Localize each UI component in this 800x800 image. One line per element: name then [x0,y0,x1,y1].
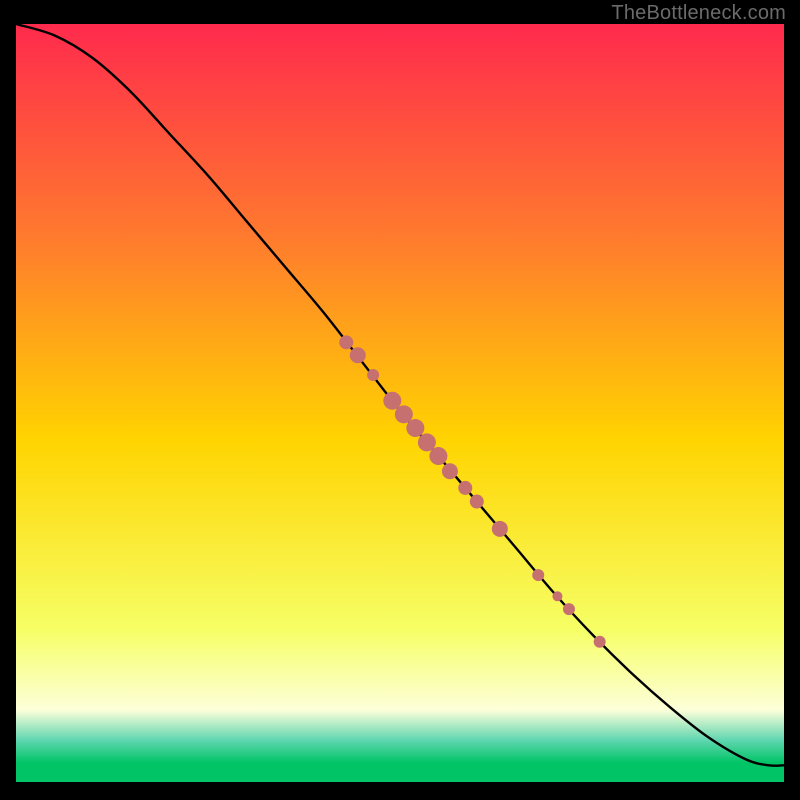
data-marker [429,447,447,465]
data-marker [442,463,458,479]
data-marker [395,405,413,423]
data-marker [367,369,379,381]
data-marker [458,481,472,495]
attribution-label: TheBottleneck.com [611,2,786,25]
data-marker [406,419,424,437]
chart-svg [16,24,784,782]
data-marker [418,433,436,451]
data-marker [339,335,353,349]
chart-stage: TheBottleneck.com [0,0,800,800]
data-marker [383,392,401,410]
data-marker [563,603,575,615]
plot-area [16,24,784,782]
data-marker [350,347,366,363]
data-marker [470,495,484,509]
data-marker [532,569,544,581]
data-marker [492,521,508,537]
data-marker [552,591,562,601]
data-marker [594,636,606,648]
